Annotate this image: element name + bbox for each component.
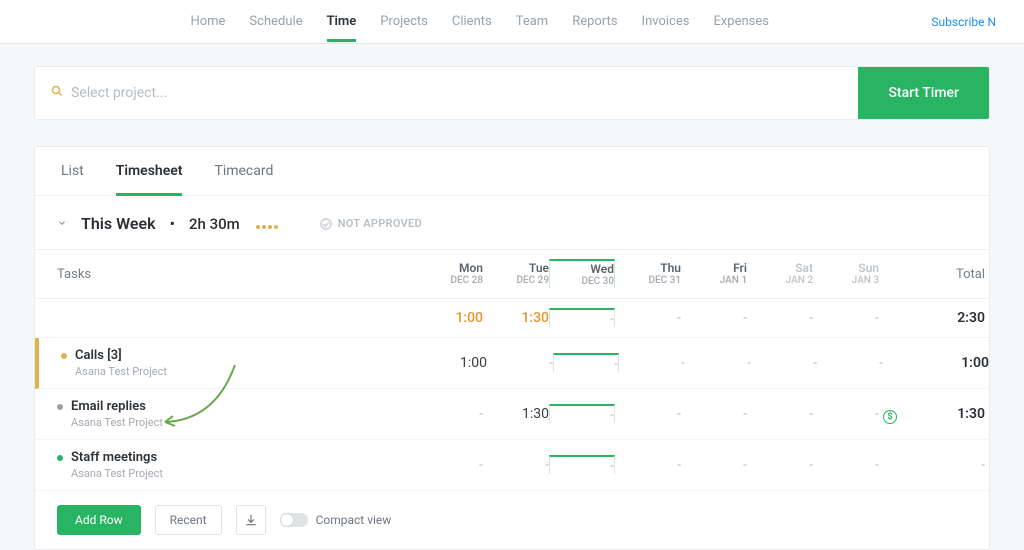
cell[interactable]: - (615, 457, 681, 473)
col-fri: FriJAN 1 (681, 261, 747, 287)
week-total: 2h 30m (189, 215, 240, 233)
table-row: 1:00 1:30 - - - - - 2:30 (35, 299, 989, 338)
col-thu: ThuDEC 31 (615, 261, 681, 287)
table-row[interactable]: Email replies Asana Test Project - 1:30 … (35, 389, 989, 440)
week-summary: This Week • 2h 30m NOT APPROVED (35, 196, 989, 249)
cell[interactable]: - (751, 355, 817, 371)
nav-clients[interactable]: Clients (452, 2, 492, 41)
nav-time[interactable]: Time (327, 2, 357, 41)
cell[interactable]: - (817, 355, 883, 371)
col-mon: MonDEC 28 (417, 261, 483, 287)
chevron-down-icon[interactable] (57, 217, 67, 231)
row-total: 2:30 (897, 310, 985, 326)
cell[interactable]: - (549, 455, 615, 474)
bullet-sep: • (170, 214, 175, 233)
cell[interactable]: - (747, 457, 813, 473)
cell[interactable]: - (747, 310, 813, 326)
timesheet-card: List Timesheet Timecard This Week • 2h 3… (34, 146, 990, 550)
cell[interactable]: - (681, 310, 747, 326)
cell[interactable]: - (483, 457, 549, 473)
project-select-input[interactable]: Select project... (35, 67, 858, 119)
cell[interactable]: - (747, 406, 813, 422)
dollar-icon: $ (883, 410, 897, 424)
task-title: Email replies (57, 399, 417, 414)
main-nav: Home Schedule Time Projects Clients Team… (28, 2, 931, 41)
download-button[interactable] (236, 505, 266, 535)
cell[interactable]: - (417, 406, 483, 422)
subscribe-link[interactable]: Subscribe N (931, 15, 996, 29)
task-project: Asana Test Project (71, 467, 417, 480)
task-project: Asana Test Project (71, 416, 417, 429)
status-dot-icon (57, 455, 63, 461)
nav-reports[interactable]: Reports (572, 2, 617, 41)
status-dot-icon (61, 353, 67, 359)
row-total: - (897, 457, 985, 473)
cell[interactable]: - (813, 457, 879, 473)
col-tue: TueDEC 29 (483, 261, 549, 287)
search-icon (51, 85, 63, 101)
cell[interactable]: 1:30 (483, 310, 549, 326)
row-total: 1:00 (901, 355, 989, 371)
col-tasks: Tasks (57, 267, 417, 282)
task-title: Staff meetings (57, 450, 417, 465)
start-timer-button[interactable]: Start Timer (858, 67, 989, 119)
cell[interactable]: 1:30 (483, 406, 549, 422)
download-icon (244, 513, 258, 527)
col-sun: SunJAN 3 (813, 261, 879, 287)
compact-toggle[interactable] (280, 513, 308, 527)
col-sat: SatJAN 2 (747, 261, 813, 287)
col-wed: WedDEC 30 (549, 259, 615, 288)
table-footer: Add Row Recent Compact view (35, 491, 989, 549)
nav-invoices[interactable]: Invoices (642, 2, 690, 41)
cell[interactable]: - (813, 310, 879, 326)
col-total: Total (897, 267, 985, 282)
tab-timesheet[interactable]: Timesheet (116, 147, 183, 195)
cell[interactable]: - (685, 355, 751, 371)
add-row-button[interactable]: Add Row (57, 505, 141, 535)
approval-status-label: NOT APPROVED (338, 217, 422, 230)
compact-label: Compact view (316, 513, 392, 527)
cell[interactable]: - (615, 406, 681, 422)
status-dot-icon (57, 404, 63, 410)
cell[interactable]: - (615, 310, 681, 326)
timer-bar: Select project... Start Timer (34, 66, 990, 120)
table-row[interactable]: Calls [3] Asana Test Project 1:00 - - - … (35, 338, 989, 389)
view-tabs: List Timesheet Timecard (35, 147, 989, 196)
cell[interactable]: - (417, 457, 483, 473)
nav-schedule[interactable]: Schedule (249, 2, 302, 41)
week-label: This Week (81, 214, 156, 233)
table-header: Tasks MonDEC 28 TueDEC 29 WedDEC 30 ThuD… (35, 249, 989, 299)
nav-home[interactable]: Home (190, 2, 225, 41)
cell[interactable]: - (813, 406, 879, 422)
cell[interactable]: - (619, 355, 685, 371)
cell[interactable]: - (549, 404, 615, 423)
cell[interactable]: - (487, 355, 553, 371)
recent-button[interactable]: Recent (155, 505, 222, 535)
nav-expenses[interactable]: Expenses (713, 2, 769, 41)
project-placeholder: Select project... (71, 85, 167, 101)
overflow-dots-icon[interactable] (254, 214, 278, 233)
row-total: 1:30 (897, 406, 985, 422)
task-project: Asana Test Project (75, 365, 421, 378)
cell[interactable]: - (681, 457, 747, 473)
tab-timecard[interactable]: Timecard (214, 147, 273, 195)
table-row[interactable]: Staff meetings Asana Test Project - - - … (35, 440, 989, 491)
check-circle-icon (320, 218, 332, 230)
cell[interactable]: 1:00 (421, 355, 487, 371)
cell[interactable]: - (681, 406, 747, 422)
approval-status: NOT APPROVED (320, 217, 422, 230)
cell[interactable]: 1:00 (417, 310, 483, 326)
tab-list[interactable]: List (61, 147, 84, 195)
nav-projects[interactable]: Projects (380, 2, 428, 41)
cell[interactable]: - (549, 308, 615, 327)
task-title: Calls [3] (61, 348, 421, 363)
nav-team[interactable]: Team (516, 2, 549, 41)
cell[interactable]: - (553, 353, 619, 372)
